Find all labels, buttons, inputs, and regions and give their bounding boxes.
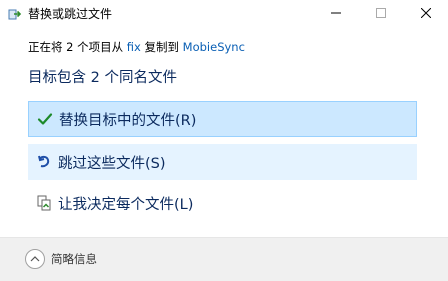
copy-description: 正在将 2 个项目从 fix 复制到 MobieSync [28, 39, 245, 55]
chevron-up-icon [25, 249, 45, 269]
minimize-button[interactable] [313, 0, 358, 26]
copy-middle: 复制到 [140, 40, 183, 54]
conflict-heading: 目标包含 2 个同名文件 [28, 70, 177, 86]
minimize-icon [330, 12, 341, 14]
maximize-button[interactable] [358, 0, 403, 26]
skip-files-label: 跳过这些文件(S) [58, 155, 166, 172]
copy-app-icon [8, 6, 22, 20]
skip-files-option[interactable]: 跳过这些文件(S) [28, 144, 417, 180]
source-folder-link[interactable]: fix [127, 40, 141, 54]
window-title: 替换或跳过文件 [28, 7, 113, 21]
decide-each-label: 让我决定每个文件(L) [58, 196, 194, 213]
close-icon [420, 8, 431, 18]
fewer-details-label: 简略信息 [51, 252, 97, 266]
replace-files-label: 替换目标中的文件(R) [59, 112, 197, 129]
destination-folder-link[interactable]: MobieSync [183, 40, 245, 54]
skip-arrow-icon [36, 154, 52, 170]
copy-prefix: 正在将 2 个项目从 [28, 40, 127, 54]
compare-files-icon [36, 195, 52, 211]
title-bar: 替换或跳过文件 [0, 0, 448, 26]
close-button[interactable] [403, 0, 448, 26]
maximize-icon [375, 8, 386, 18]
replace-files-option[interactable]: 替换目标中的文件(R) [28, 101, 417, 137]
fewer-details-toggle[interactable]: 简略信息 [25, 249, 97, 269]
decide-each-option[interactable]: 让我决定每个文件(L) [28, 185, 417, 221]
check-icon [37, 111, 53, 127]
